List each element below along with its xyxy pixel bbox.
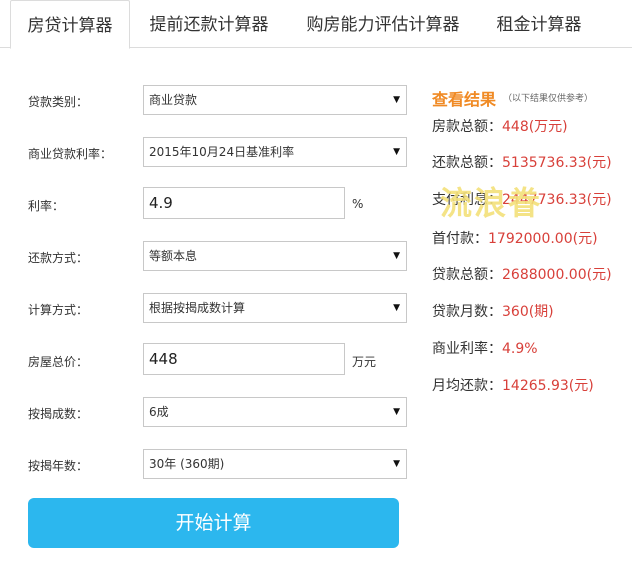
repay-method-value: 等额本息 <box>149 249 198 263</box>
result-commercial-rate: 商业利率：4.9% <box>432 338 538 358</box>
watermark: 流浪眷 <box>440 184 543 222</box>
house-price-input[interactable] <box>143 343 345 375</box>
result-label: 贷款月数： <box>432 304 502 320</box>
loan-type-value: 商业贷款 <box>149 93 198 107</box>
repay-method-select[interactable]: 等额本息 ▼ <box>143 241 407 271</box>
result-loan-months: 贷款月数：360(期) <box>432 301 554 321</box>
tab-prepayment-calculator[interactable]: 提前还款计算器 <box>138 0 280 48</box>
result-value: 360(期) <box>502 304 554 320</box>
result-label: 还款总额： <box>432 155 502 171</box>
years-value: 30年 (360期) <box>149 457 225 471</box>
result-value: 2688000.00(元) <box>502 267 612 283</box>
rate-type-value: 2015年10月24日基准利率 <box>149 145 295 159</box>
repay-method-label: 还款方式： <box>28 251 89 265</box>
chevron-down-icon: ▼ <box>393 459 400 469</box>
loan-type-select[interactable]: 商业贷款 ▼ <box>143 85 407 115</box>
result-label: 房款总额： <box>432 119 502 135</box>
results-title: 查看结果 <box>432 90 497 109</box>
result-value: 14265.93(元) <box>502 378 594 394</box>
result-value: 5135736.33(元) <box>502 155 612 171</box>
down-ratio-value: 6成 <box>149 405 169 419</box>
years-select[interactable]: 30年 (360期) ▼ <box>143 449 407 479</box>
result-label: 商业利率： <box>432 341 502 357</box>
result-repay-total: 还款总额：5135736.33(元) <box>432 152 612 172</box>
result-label: 贷款总额： <box>432 267 502 283</box>
house-price-label: 房屋总价： <box>28 355 89 369</box>
result-value: 1792000.00(元) <box>488 231 598 247</box>
tab-rent-calculator[interactable]: 租金计算器 <box>484 0 594 48</box>
rate-type-select[interactable]: 2015年10月24日基准利率 ▼ <box>143 137 407 167</box>
rate-input[interactable] <box>143 187 345 219</box>
result-value: 448(万元) <box>502 119 568 135</box>
calc-method-label: 计算方式： <box>28 303 89 317</box>
result-monthly-payment: 月均还款：14265.93(元) <box>432 375 594 395</box>
tab-mortgage-calculator[interactable]: 房贷计算器 <box>10 0 130 49</box>
calc-method-value: 根据按揭成数计算 <box>149 301 246 315</box>
result-value: 4.9% <box>502 341 538 357</box>
years-label: 按揭年数： <box>28 459 89 473</box>
result-label: 首付款： <box>432 231 488 247</box>
result-down-payment: 首付款：1792000.00(元) <box>432 228 598 248</box>
house-price-unit: 万元 <box>352 355 377 369</box>
calc-method-select[interactable]: 根据按揭成数计算 ▼ <box>143 293 407 323</box>
tab-bar: 房贷计算器 提前还款计算器 购房能力评估计算器 租金计算器 <box>0 0 632 49</box>
result-loan-total: 贷款总额：2688000.00(元) <box>432 264 612 284</box>
chevron-down-icon: ▼ <box>393 147 400 157</box>
down-ratio-select[interactable]: 6成 ▼ <box>143 397 407 427</box>
rate-label: 利率： <box>28 199 65 213</box>
rate-type-label: 商业贷款利率： <box>28 147 113 161</box>
down-ratio-label: 按揭成数： <box>28 407 89 421</box>
result-label: 月均还款： <box>432 378 502 394</box>
tab-affordability-calculator[interactable]: 购房能力评估计算器 <box>294 0 472 48</box>
chevron-down-icon: ▼ <box>393 95 400 105</box>
start-calculate-button[interactable]: 开始计算 <box>28 498 399 548</box>
results-note: （以下结果仅供参考） <box>503 94 594 104</box>
chevron-down-icon: ▼ <box>393 407 400 417</box>
rate-unit: % <box>352 197 364 211</box>
loan-type-label: 贷款类别： <box>28 95 89 109</box>
result-house-total: 房款总额：448(万元) <box>432 116 568 136</box>
chevron-down-icon: ▼ <box>393 251 400 261</box>
chevron-down-icon: ▼ <box>393 303 400 313</box>
